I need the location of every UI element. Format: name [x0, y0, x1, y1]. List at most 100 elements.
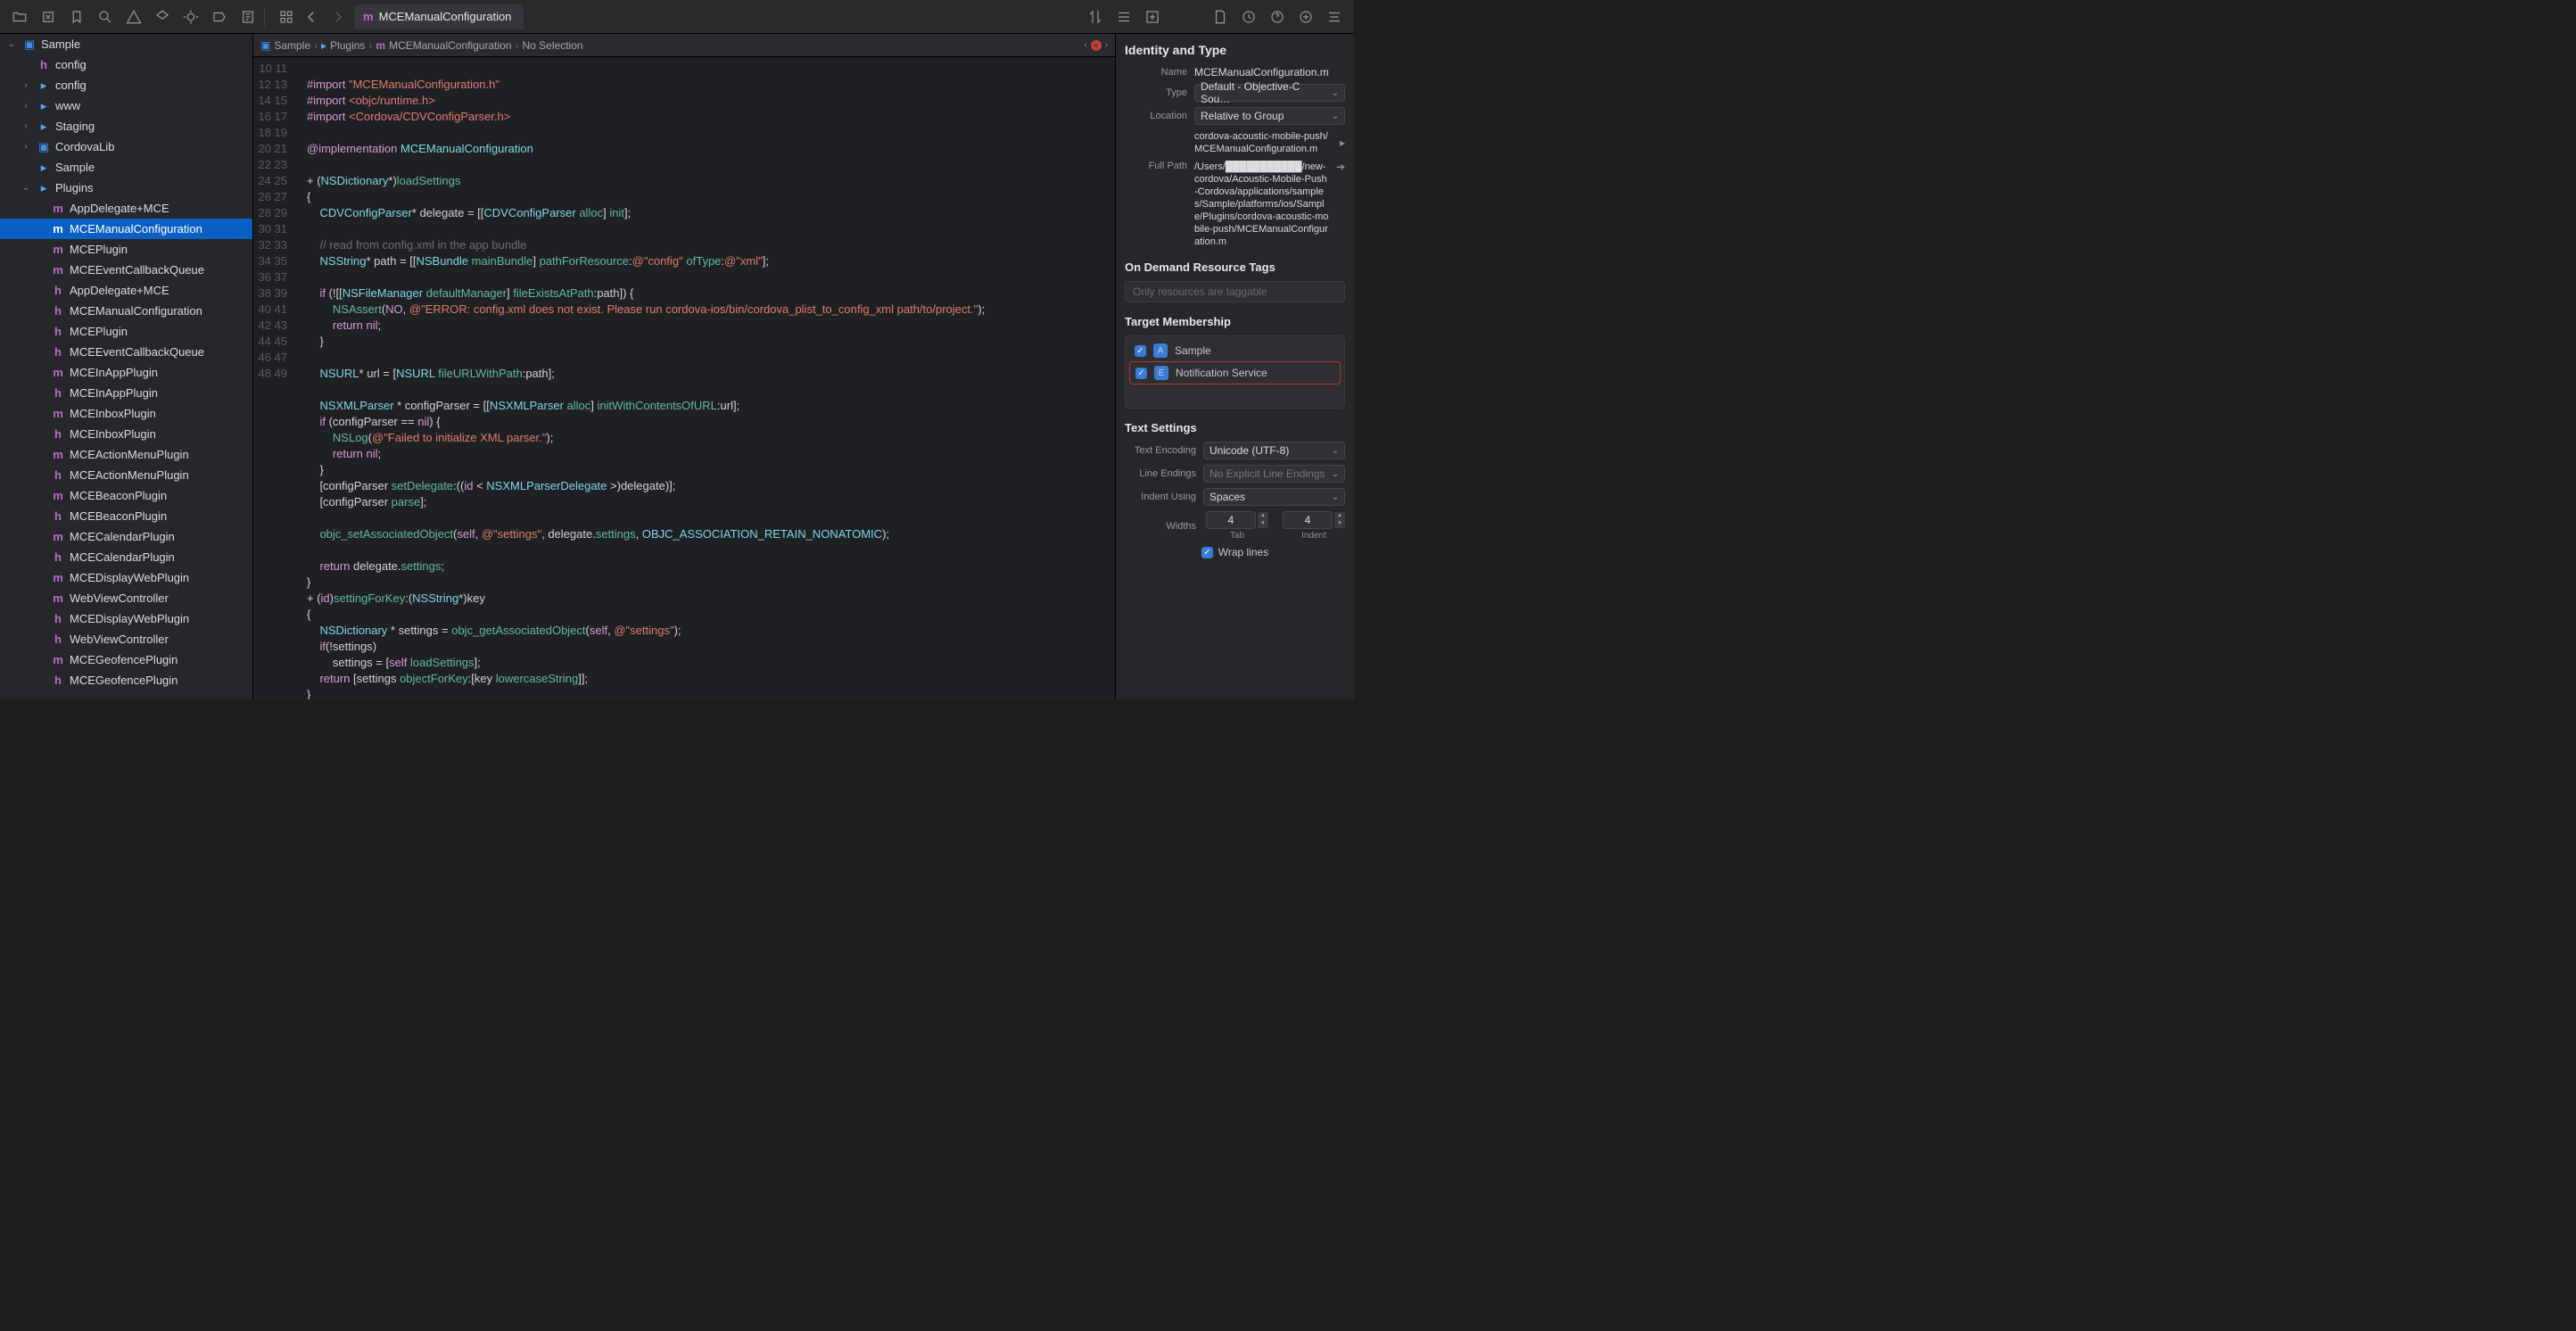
source-control-icon[interactable] [36, 5, 61, 29]
tree-item-mcebeaconplugin[interactable]: mMCEBeaconPlugin [0, 485, 252, 506]
crumb-symbol[interactable]: No Selection [523, 39, 583, 52]
attributes-icon[interactable] [1293, 5, 1318, 29]
tree-item-mceplugin[interactable]: hMCEPlugin [0, 321, 252, 342]
file-m-icon: m [376, 39, 385, 52]
tree-item-mcemanualconfiguration[interactable]: hMCEManualConfiguration [0, 301, 252, 321]
ondemand-header: On Demand Resource Tags [1125, 260, 1345, 274]
breakpoint-icon[interactable] [207, 5, 232, 29]
relative-path: cordova-acoustic-mobile-push/MCEManualCo… [1194, 130, 1333, 155]
issue-icon[interactable] [121, 5, 146, 29]
tab-width-field[interactable]: 4 [1206, 511, 1256, 529]
tree-item-mcebeaconplugin[interactable]: hMCEBeaconPlugin [0, 506, 252, 526]
find-icon[interactable] [93, 5, 118, 29]
test-icon[interactable] [150, 5, 175, 29]
report-icon[interactable] [235, 5, 260, 29]
encoding-label: Text Encoding [1125, 445, 1196, 456]
jump-back-icon[interactable]: ‹ [1084, 40, 1086, 50]
tree-item-plugins[interactable]: ⌄▸Plugins [0, 178, 252, 198]
target-icon: A [1153, 343, 1168, 358]
close-tab-icon[interactable]: × [1091, 40, 1102, 51]
jump-bar[interactable]: ▣ Sample › ▸ Plugins › m MCEManualConfig… [253, 34, 1115, 57]
add-editor-icon[interactable] [1140, 5, 1165, 29]
snippets-icon[interactable] [1322, 5, 1347, 29]
widths-label: Widths [1125, 521, 1196, 532]
related-items-icon[interactable] [274, 5, 299, 29]
tree-item-mcecalendarplugin[interactable]: mMCECalendarPlugin [0, 526, 252, 547]
tree-item-www[interactable]: ›▸www [0, 95, 252, 116]
code-review-icon[interactable] [1083, 5, 1108, 29]
target-membership-box: ✓ASample✓ENotification Service [1125, 335, 1345, 409]
location-select[interactable]: Relative to Group [1194, 107, 1345, 125]
wrap-lines-checkbox[interactable]: ✓ [1201, 547, 1213, 558]
line-endings-label: Line Endings [1125, 468, 1196, 479]
encoding-select[interactable]: Unicode (UTF-8) [1203, 442, 1345, 459]
tree-item-mcemanualconfiguration[interactable]: mMCEManualConfiguration [0, 219, 252, 239]
tree-item-mceinboxplugin[interactable]: mMCEInboxPlugin [0, 403, 252, 424]
tree-item-appdelegate-mce[interactable]: hAppDelegate+MCE [0, 280, 252, 301]
name-value[interactable]: MCEManualConfiguration.m [1194, 66, 1345, 79]
line-endings-select[interactable]: No Explicit Line Endings [1203, 465, 1345, 483]
tree-item-mcecalendarplugin[interactable]: hMCECalendarPlugin [0, 547, 252, 567]
tree-item-sample[interactable]: ⌄▣Sample [0, 34, 252, 54]
resource-tags-field: Only resources are taggable [1125, 281, 1345, 302]
indent-stepper[interactable]: ▴▾ [1334, 512, 1345, 528]
crumb-folder[interactable]: Plugins [330, 39, 365, 52]
tree-item-config[interactable]: hconfig [0, 54, 252, 75]
back-button[interactable] [299, 5, 324, 29]
target-checkbox[interactable]: ✓ [1135, 345, 1146, 357]
tree-item-mceinappplugin[interactable]: mMCEInAppPlugin [0, 362, 252, 383]
editor-tab[interactable]: m MCEManualConfiguration [354, 4, 524, 29]
choose-path-icon[interactable]: ▸ [1340, 136, 1345, 149]
crumb-project[interactable]: Sample [274, 39, 310, 52]
tree-item-mceactionmenuplugin[interactable]: mMCEActionMenuPlugin [0, 444, 252, 465]
tree-item-staging[interactable]: ›▸Staging [0, 116, 252, 136]
crumb-file[interactable]: MCEManualConfiguration [389, 39, 511, 52]
tree-item-mceactionmenuplugin[interactable]: hMCEActionMenuPlugin [0, 465, 252, 485]
forward-button[interactable] [326, 5, 351, 29]
tree-item-mceeventcallbackqueue[interactable]: hMCEEventCallbackQueue [0, 342, 252, 362]
history-icon[interactable] [1236, 5, 1261, 29]
help-icon[interactable] [1265, 5, 1290, 29]
project-navigator[interactable]: ⌄▣Samplehconfig›▸config›▸www›▸Staging›▣C… [0, 34, 253, 699]
name-label: Name [1125, 67, 1187, 78]
editor: ▣ Sample › ▸ Plugins › m MCEManualConfig… [253, 34, 1115, 699]
adjust-editor-icon[interactable] [1111, 5, 1136, 29]
tree-item-mcegeofenceplugin[interactable]: hMCEGeofencePlugin [0, 670, 252, 690]
tree-item-webviewcontroller[interactable]: hWebViewController [0, 629, 252, 649]
tree-item-mceeventcallbackqueue[interactable]: mMCEEventCallbackQueue [0, 260, 252, 280]
location-label: Location [1125, 111, 1187, 121]
jump-fwd-icon[interactable]: › [1105, 40, 1108, 50]
source-editor[interactable]: 10 11 12 13 14 15 16 17 18 19 20 21 22 2… [253, 57, 1115, 699]
indent-using-select[interactable]: Spaces [1203, 488, 1345, 506]
file-m-icon: m [363, 10, 374, 23]
target-notification-service[interactable]: ✓ENotification Service [1129, 361, 1341, 384]
nav-folder-icon[interactable] [7, 5, 32, 29]
tree-item-mceinboxplugin[interactable]: hMCEInboxPlugin [0, 424, 252, 444]
file-identity-icon[interactable] [1208, 5, 1233, 29]
debug-icon[interactable] [178, 5, 203, 29]
tree-item-appdelegate-mce[interactable]: mAppDelegate+MCE [0, 198, 252, 219]
target-sample[interactable]: ✓ASample [1129, 340, 1341, 361]
tree-item-mcedisplaywebplugin[interactable]: hMCEDisplayWebPlugin [0, 608, 252, 629]
tree-item-sample[interactable]: ▸Sample [0, 157, 252, 178]
tree-item-mcedisplaywebplugin[interactable]: mMCEDisplayWebPlugin [0, 567, 252, 588]
type-select[interactable]: Default - Objective-C Sou… [1194, 84, 1345, 102]
target-checkbox[interactable]: ✓ [1135, 368, 1147, 379]
indent-sublabel: Indent [1301, 531, 1326, 541]
indent-width-field[interactable]: 4 [1283, 511, 1333, 529]
tree-item-webviewcontroller[interactable]: mWebViewController [0, 588, 252, 608]
tab-sublabel: Tab [1230, 531, 1244, 541]
bookmark-icon[interactable] [64, 5, 89, 29]
toolbar: m MCEManualConfiguration [0, 0, 1354, 34]
tab-stepper[interactable]: ▴▾ [1258, 512, 1268, 528]
text-settings-header: Text Settings [1125, 421, 1345, 434]
tree-item-config[interactable]: ›▸config [0, 75, 252, 95]
folder-icon: ▸ [321, 39, 326, 52]
fullpath-label: Full Path [1125, 161, 1187, 171]
tree-item-mcegeofenceplugin[interactable]: mMCEGeofencePlugin [0, 649, 252, 670]
reveal-in-finder-icon[interactable]: ➔ [1336, 161, 1345, 173]
tree-item-mceinappplugin[interactable]: hMCEInAppPlugin [0, 383, 252, 403]
tree-item-mceplugin[interactable]: mMCEPlugin [0, 239, 252, 260]
tree-item-cordovalib[interactable]: ›▣CordovaLib [0, 136, 252, 157]
code-body[interactable]: #import "MCEManualConfiguration.h" #impo… [296, 57, 985, 699]
